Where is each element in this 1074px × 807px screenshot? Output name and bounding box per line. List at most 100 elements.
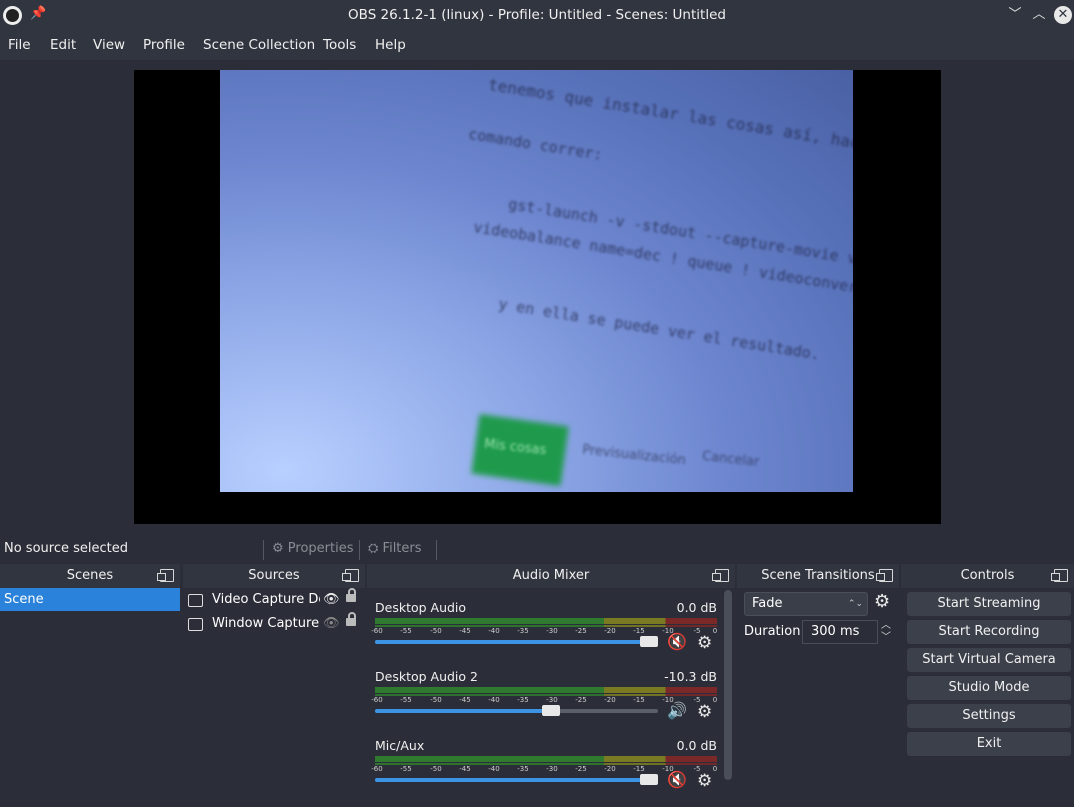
preview-text-line: comando correr: [467,125,604,164]
spin-down-icon[interactable]: ﹀ [881,632,891,643]
start-virtual-camera-button[interactable]: Start Virtual Camera [907,648,1071,672]
channel-db: -10.3 dB [664,669,717,685]
visibility-eye-icon[interactable]: 👁 [323,588,340,612]
preview-button-label: Previsualización [582,443,687,469]
lock-icon[interactable] [346,618,356,626]
source-item[interactable]: Window Capture 👁 [183,612,363,636]
volume-meter [375,687,717,693]
meter-tick-label: -20 [604,627,615,635]
volume-slider-handle[interactable] [542,705,560,716]
meter-tick-label: -25 [575,627,586,635]
volume-slider-fill [375,778,649,782]
menu-scene-collection[interactable]: Scene Collection [203,30,315,60]
title-bar: 📌 OBS 26.1.2-1 (linux) - Profile: Untitl… [0,0,1074,30]
transition-gear-icon[interactable]: ⚙ [874,591,890,612]
volume-slider[interactable] [375,778,658,782]
meter-tick-label: -50 [430,765,441,773]
mixer-channel: Desktop Audio 2-10.3 dB-60-55-50-45-40-3… [367,669,723,738]
meter-tick-label: -25 [575,696,586,704]
channel-gear-icon[interactable]: ⚙ [697,771,712,791]
menu-tools[interactable]: Tools [323,30,356,60]
video-capture-preview: tenemos que instalar las cosas así, haci… [220,70,853,492]
menu-edit[interactable]: Edit [50,30,76,60]
scene-item[interactable]: Scene [0,588,180,611]
meter-tick-label: -60 [371,627,382,635]
filters-button[interactable]: ⛭ Filters [368,536,422,562]
source-item[interactable]: Video Capture De 👁 [183,588,363,612]
mixer-channel: Desktop Audio0.0 dB-60-55-50-45-40-35-30… [367,600,723,669]
muted-speaker-icon[interactable]: 🔇 [667,632,687,651]
menu-help[interactable]: Help [375,30,406,60]
start-streaming-button[interactable]: Start Streaming [907,592,1071,616]
undock-icon[interactable] [879,569,893,582]
window-icon [188,618,203,631]
channel-name: Desktop Audio 2 [375,669,478,685]
meter-tick-label: -40 [488,627,499,635]
transition-select[interactable]: Fade⌃⌄ [744,592,868,616]
undock-icon[interactable] [160,569,174,582]
lock-icon[interactable] [346,594,356,602]
meter-tick-label: 0 [713,765,717,773]
preview-canvas[interactable]: tenemos que instalar las cosas así, haci… [134,70,941,524]
scene-transitions-dock: Scene Transitions Fade⌃⌄ ⚙ Duration 300 … [737,564,899,782]
menu-file[interactable]: File [8,30,31,60]
menu-view[interactable]: View [93,30,125,60]
volume-slider-fill [375,640,649,644]
meter-tick-label: -50 [430,696,441,704]
properties-button[interactable]: ⚙ Properties [272,536,354,562]
chevron-updown-icon: ⌃⌄ [848,593,863,615]
preview-button-label: Cancelar [701,449,760,470]
meter-tick-label: -50 [430,627,441,635]
hidden-eye-icon[interactable]: 👁 [323,612,340,636]
scenes-title: Scenes [0,564,180,588]
channel-name: Mic/Aux [375,738,424,754]
menu-bar: File Edit View Profile Scene Collection … [0,30,1074,60]
divider [436,540,437,560]
volume-slider-handle[interactable] [640,774,658,785]
properties-label: Properties [288,541,354,556]
duration-spinner[interactable]: ︿﹀ [879,620,893,644]
meter-tick-label: -60 [371,765,382,773]
speaker-icon[interactable]: 🔊 [667,701,687,720]
window-title: OBS 26.1.2-1 (linux) - Profile: Untitled… [0,0,1074,30]
muted-speaker-icon[interactable]: 🔇 [667,770,687,789]
menu-profile[interactable]: Profile [143,30,185,60]
volume-meter [375,618,717,624]
channel-name: Desktop Audio [375,600,466,616]
meter-tick-label: -35 [517,765,528,773]
volume-slider[interactable] [375,709,658,713]
filters-label: Filters [383,541,422,556]
volume-slider-fill [375,709,551,713]
close-icon[interactable]: ✕ [1054,6,1072,24]
preview-area: tenemos que instalar las cosas así, haci… [0,60,1074,536]
meter-tick-label: -30 [546,627,557,635]
spin-up-icon[interactable]: ︿ [881,620,891,631]
source-label: Video Capture De [212,588,320,612]
volume-slider-handle[interactable] [640,636,658,647]
meter-tick-label: -20 [604,696,615,704]
gear-icon: ⚙ [272,541,284,556]
duration-input[interactable]: 300 ms [802,620,878,644]
volume-slider[interactable] [375,640,658,644]
meter-tick-label: -20 [604,765,615,773]
undock-icon[interactable] [715,569,729,582]
minimize-icon[interactable]: ﹀ [1006,6,1024,24]
mixer-scrollbar[interactable] [724,590,732,780]
controls-body: Start Streaming Start Recording Start Vi… [901,588,1074,782]
start-recording-button[interactable]: Start Recording [907,620,1071,644]
audio-mixer-title: Audio Mixer [367,564,735,588]
undock-icon[interactable] [345,569,359,582]
exit-button[interactable]: Exit [907,732,1071,756]
meter-tick-label: -15 [633,627,644,635]
filters-icon: ⛭ [368,541,378,556]
maximize-icon[interactable]: ︿ [1030,6,1048,24]
undock-icon[interactable] [1054,569,1068,582]
studio-mode-button[interactable]: Studio Mode [907,676,1071,700]
source-label: Window Capture [212,612,320,636]
meter-tick-label: -30 [546,696,557,704]
channel-gear-icon[interactable]: ⚙ [697,633,712,653]
settings-button[interactable]: Settings [907,704,1071,728]
source-toolbar: No source selected ⚙ Properties ⛭ Filter… [0,536,1074,564]
meter-ticks: -60-55-50-45-40-35-30-25-20-15-10-50 [375,627,717,637]
channel-gear-icon[interactable]: ⚙ [697,702,712,722]
